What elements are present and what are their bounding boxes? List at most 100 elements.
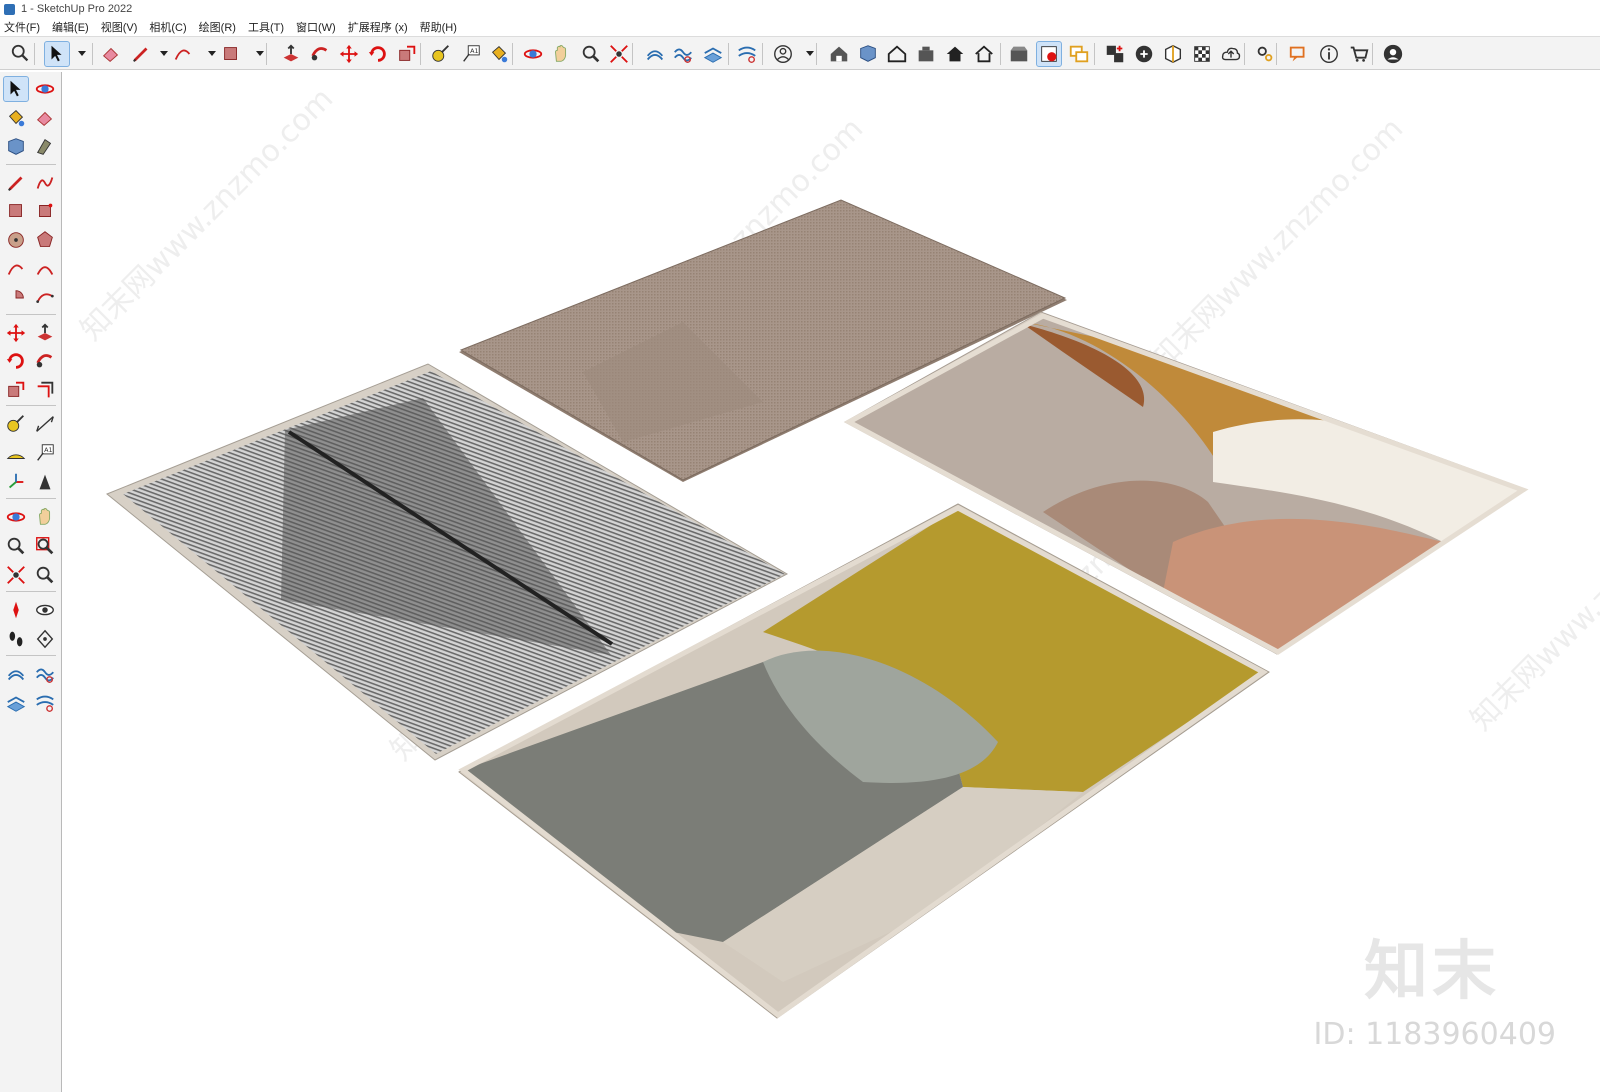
left-polygon-icon[interactable]	[32, 227, 58, 253]
info-icon[interactable]	[1316, 41, 1342, 67]
left-pan-hand-icon[interactable]	[32, 504, 58, 530]
house-outline-icon[interactable]	[971, 41, 997, 67]
layers-icon[interactable]	[1066, 41, 1092, 67]
cart-icon[interactable]	[1346, 41, 1372, 67]
left-zoom-window-icon[interactable]	[32, 533, 58, 559]
left-position-camera-icon[interactable]	[3, 597, 29, 623]
left-sandbox-smoove-icon[interactable]	[32, 661, 58, 687]
zoom-extents-icon[interactable]	[606, 41, 632, 67]
chevron-down-icon[interactable]	[806, 51, 814, 56]
menu-help[interactable]: 帮助(H)	[420, 19, 457, 35]
left-rotate-icon[interactable]	[3, 348, 29, 374]
menu-tools[interactable]: 工具(T)	[248, 19, 284, 35]
pan-hand-icon[interactable]	[548, 41, 574, 67]
left-arc-icon[interactable]	[3, 256, 29, 282]
left-zoom-icon[interactable]	[3, 533, 29, 559]
tape-measure-icon[interactable]	[428, 41, 454, 67]
left-rectangle-icon[interactable]	[3, 198, 29, 224]
chevron-down-icon[interactable]	[160, 51, 168, 56]
watermark-logo: 知末	[1364, 935, 1500, 1009]
menu-view[interactable]: 视图(V)	[101, 19, 138, 35]
left-tape-measure-icon[interactable]	[3, 411, 29, 437]
pencil-line-icon[interactable]	[128, 41, 154, 67]
left-move-icon[interactable]	[3, 320, 29, 346]
cloud-upload-icon[interactable]	[1218, 41, 1244, 67]
menu-draw[interactable]: 绘图(R)	[199, 19, 236, 35]
sandbox-drape-icon[interactable]	[734, 41, 760, 67]
left-axes-icon[interactable]	[3, 469, 29, 495]
left-scale-icon[interactable]	[3, 377, 29, 403]
left-pie-icon[interactable]	[3, 285, 29, 311]
profile-account-icon[interactable]	[770, 41, 796, 67]
menu-window[interactable]: 窗口(W)	[296, 19, 336, 35]
eraser-icon[interactable]	[98, 41, 124, 67]
left-sandbox-stamp-icon[interactable]	[3, 690, 29, 716]
left-dimension-icon[interactable]	[32, 411, 58, 437]
chevron-down-icon[interactable]	[78, 51, 86, 56]
extension-icon[interactable]	[913, 41, 939, 67]
sandbox-stamp-icon[interactable]	[700, 41, 726, 67]
arc-icon[interactable]	[170, 41, 196, 67]
house-icon[interactable]	[942, 41, 968, 67]
left-select-arrow-icon[interactable]	[3, 76, 29, 102]
warehouse-upload-icon[interactable]	[1006, 41, 1032, 67]
chevron-down-icon[interactable]	[256, 51, 264, 56]
home-view-icon[interactable]	[884, 41, 910, 67]
left-zoom-extents-icon[interactable]	[3, 562, 29, 588]
sandbox-from-contours-icon[interactable]	[642, 41, 668, 67]
text-label-icon[interactable]: A1	[458, 41, 484, 67]
warehouse-icon[interactable]	[826, 41, 852, 67]
left-sandbox-drape-icon[interactable]	[32, 690, 58, 716]
sandbox-smoove-icon[interactable]	[670, 41, 696, 67]
left-look-around-icon[interactable]	[32, 597, 58, 623]
left-text-label-icon[interactable]: A1	[32, 440, 58, 466]
model-viewport[interactable]: 知末网www.znzmo.com 知末网www.znzmo.com 知末网www…	[63, 72, 1600, 1092]
left-component-icon[interactable]	[3, 134, 29, 160]
left-eraser-icon[interactable]	[32, 105, 58, 131]
menu-edit[interactable]: 编辑(E)	[52, 19, 89, 35]
left-section-plane-icon[interactable]	[32, 626, 58, 652]
chevron-down-icon[interactable]	[208, 51, 216, 56]
settings-gear-icon[interactable]	[1252, 41, 1278, 67]
left-push-pull-icon[interactable]	[32, 320, 58, 346]
left-pencil-line-icon[interactable]	[3, 170, 29, 196]
left-follow-me-icon[interactable]	[32, 348, 58, 374]
left-previous-view-icon[interactable]	[32, 562, 58, 588]
left-paint-bucket-icon[interactable]	[3, 105, 29, 131]
rectangle-icon[interactable]	[218, 41, 244, 67]
component-icon[interactable]	[855, 41, 881, 67]
left-walk-icon[interactable]	[3, 626, 29, 652]
zoom-icon[interactable]	[578, 41, 604, 67]
left-orbit-icon[interactable]	[32, 76, 58, 102]
left-3d-text-icon[interactable]	[32, 469, 58, 495]
left-sandbox-from-contours-icon[interactable]	[3, 661, 29, 687]
orbit-icon[interactable]	[520, 41, 546, 67]
menu-camera[interactable]: 相机(C)	[149, 19, 186, 35]
scale-icon[interactable]	[394, 41, 420, 67]
left-offset-icon[interactable]	[32, 377, 58, 403]
follow-me-icon[interactable]	[307, 41, 333, 67]
move-icon[interactable]	[336, 41, 362, 67]
menu-file[interactable]: 文件(F)	[4, 19, 40, 35]
account-circle-icon[interactable]	[1380, 41, 1406, 67]
left-three-point-arc-icon[interactable]	[32, 285, 58, 311]
menu-extensions[interactable]: 扩展程序 (x)	[348, 19, 408, 35]
left-orbit-icon[interactable]	[3, 504, 29, 530]
left-tag-icon[interactable]	[32, 134, 58, 160]
left-two-point-arc-icon[interactable]	[32, 256, 58, 282]
style-icon[interactable]	[1160, 41, 1186, 67]
shadow-icon[interactable]	[1131, 41, 1157, 67]
left-protractor-icon[interactable]	[3, 440, 29, 466]
left-freehand-icon[interactable]	[32, 170, 58, 196]
left-rotated-rectangle-icon[interactable]	[32, 198, 58, 224]
checker-icon[interactable]	[1189, 41, 1215, 67]
message-icon[interactable]	[1286, 41, 1312, 67]
rotate-icon[interactable]	[365, 41, 391, 67]
outliner-icon[interactable]	[1036, 41, 1062, 67]
push-pull-icon[interactable]	[278, 41, 304, 67]
select-arrow-icon[interactable]	[44, 41, 70, 67]
left-circle-icon[interactable]	[3, 227, 29, 253]
paint-bucket-icon[interactable]	[486, 41, 512, 67]
search-zoom-icon[interactable]	[8, 41, 34, 67]
add-location-icon[interactable]	[1102, 41, 1128, 67]
